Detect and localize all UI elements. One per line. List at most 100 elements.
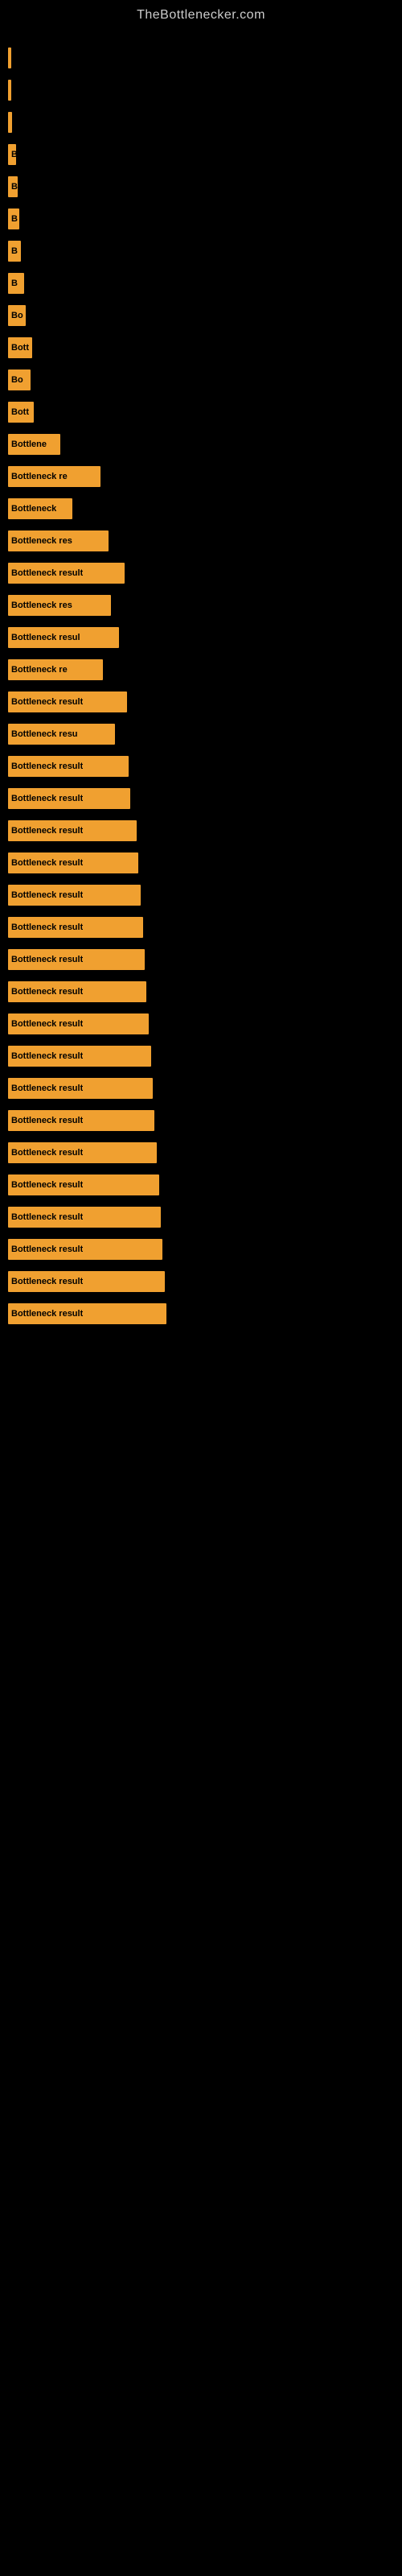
- bar-label: Bottleneck result: [11, 1019, 83, 1029]
- bar-label: Bottleneck result: [11, 1148, 83, 1158]
- bar-label: Bottleneck re: [11, 665, 68, 675]
- bar-row: B: [8, 236, 394, 266]
- bar-row: Bottleneck res: [8, 526, 394, 556]
- bar-label: B: [11, 279, 18, 288]
- bar-label: Bottleneck result: [11, 858, 83, 868]
- bar-label: Bottleneck result: [11, 568, 83, 578]
- bar-label: Bo: [11, 311, 23, 320]
- bar-row: Bo: [8, 300, 394, 331]
- bar-row: Bottleneck result: [8, 751, 394, 782]
- bar: Bottleneck result: [8, 1239, 162, 1260]
- bar-label: Bottleneck result: [11, 697, 83, 707]
- bar-row: Bottleneck result: [8, 1105, 394, 1136]
- bar: [8, 112, 12, 133]
- site-title: TheBottlenecker.com: [0, 0, 402, 27]
- bar-label: Bottleneck result: [11, 762, 83, 771]
- bar: Bottleneck result: [8, 981, 146, 1002]
- bar-label: Bottleneck result: [11, 794, 83, 803]
- bar-label: Bottlene: [11, 440, 47, 449]
- bar-row: Bottleneck re: [8, 654, 394, 685]
- bar-row: Bottleneck: [8, 493, 394, 524]
- bar-row: B: [8, 204, 394, 234]
- bar: Bottleneck result: [8, 885, 141, 906]
- bar: Bott: [8, 402, 34, 423]
- bar-label: Bottleneck result: [11, 987, 83, 997]
- bar-row: Bottleneck result: [8, 1266, 394, 1297]
- bar: Bottleneck result: [8, 1174, 159, 1195]
- bar-row: Bottleneck result: [8, 1137, 394, 1168]
- bar: Bottleneck result: [8, 1110, 154, 1131]
- bar-label: B: [11, 150, 16, 159]
- bar-row: Bottleneck result: [8, 687, 394, 717]
- bar: Bo: [8, 369, 31, 390]
- bar-row: Bottleneck result: [8, 912, 394, 943]
- bars-container: B B B B B Bo Bott Bo Bott Bottlene Bottleneck re Bo…: [0, 27, 402, 1339]
- bar-row: Bo: [8, 365, 394, 395]
- bar-label: Bottleneck result: [11, 1212, 83, 1222]
- bar: Bottleneck result: [8, 1303, 166, 1324]
- bar-row: Bottleneck result: [8, 1041, 394, 1071]
- bar: [8, 80, 11, 101]
- bar: Bottleneck res: [8, 595, 111, 616]
- bar-row: Bottleneck result: [8, 880, 394, 910]
- bar-row: Bottleneck resu: [8, 719, 394, 749]
- bar: B: [8, 176, 18, 197]
- bar: Bottleneck result: [8, 563, 125, 584]
- bar: Bottlene: [8, 434, 60, 455]
- bar: Bottleneck result: [8, 1013, 149, 1034]
- bar-label: B: [11, 246, 18, 256]
- bar-row: Bottlene: [8, 429, 394, 460]
- bar-label: Bottleneck result: [11, 923, 83, 932]
- bar-row: [8, 43, 394, 73]
- bar: Bottleneck result: [8, 1078, 153, 1099]
- bar-row: B: [8, 268, 394, 299]
- bar-label: Bottleneck res: [11, 536, 72, 546]
- bar: Bottleneck res: [8, 530, 109, 551]
- bar-row: Bottleneck res: [8, 590, 394, 621]
- bar-row: B: [8, 171, 394, 202]
- bar-label: Bottleneck result: [11, 890, 83, 900]
- bar: B: [8, 144, 16, 165]
- bar: Bottleneck result: [8, 691, 127, 712]
- bar: Bottleneck resu: [8, 724, 115, 745]
- bar-row: B: [8, 139, 394, 170]
- bar: Bottleneck resul: [8, 627, 119, 648]
- bar-label: Bottleneck result: [11, 826, 83, 836]
- bar: [8, 47, 11, 68]
- bar: Bottleneck re: [8, 466, 100, 487]
- bar: Bottleneck result: [8, 917, 143, 938]
- bar: B: [8, 208, 19, 229]
- bar-row: Bottleneck result: [8, 1073, 394, 1104]
- bar: Bo: [8, 305, 26, 326]
- bar-label: Bottleneck result: [11, 1084, 83, 1093]
- bar: B: [8, 273, 24, 294]
- bar-row: Bottleneck result: [8, 1170, 394, 1200]
- bar-label: Bottleneck: [11, 504, 56, 514]
- bar: Bottleneck re: [8, 659, 103, 680]
- bar: Bottleneck result: [8, 820, 137, 841]
- bar: Bottleneck result: [8, 949, 145, 970]
- bar-row: Bottleneck result: [8, 848, 394, 878]
- bar-label: Bottleneck result: [11, 955, 83, 964]
- bar: Bottleneck result: [8, 756, 129, 777]
- bar: Bottleneck result: [8, 1046, 151, 1067]
- bar-row: Bottleneck resul: [8, 622, 394, 653]
- bar-row: Bottleneck result: [8, 815, 394, 846]
- bar: Bottleneck: [8, 498, 72, 519]
- bar-row: [8, 75, 394, 105]
- bar-label: Bottleneck result: [11, 1277, 83, 1286]
- bar: Bott: [8, 337, 32, 358]
- bar: Bottleneck result: [8, 1142, 157, 1163]
- bar-row: [8, 107, 394, 138]
- bar-label: Bott: [11, 407, 29, 417]
- bar-label: Bottleneck res: [11, 601, 72, 610]
- bar-label: B: [11, 182, 18, 192]
- bar-label: Bo: [11, 375, 23, 385]
- bar-label: B: [11, 214, 18, 224]
- bar: Bottleneck result: [8, 852, 138, 873]
- bar-row: Bott: [8, 397, 394, 427]
- bar-label: Bott: [11, 343, 29, 353]
- bar-label: Bottleneck resu: [11, 729, 78, 739]
- bar-row: Bottleneck result: [8, 783, 394, 814]
- bar: Bottleneck result: [8, 788, 130, 809]
